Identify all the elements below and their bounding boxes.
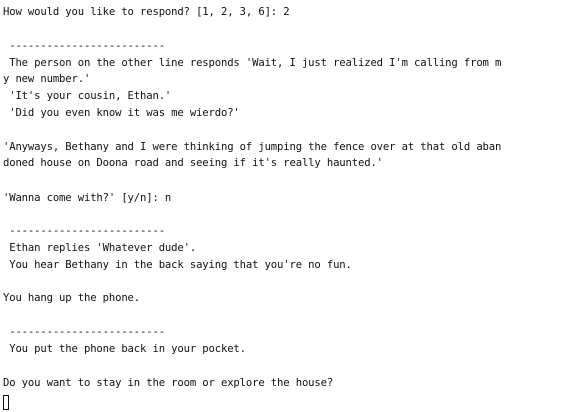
terminal-line-text: You hang up the phone. — [3, 292, 141, 304]
terminal-line-text: 'It's your cousin, Ethan.' — [3, 90, 172, 102]
terminal-line-divider: ------------------------- — [3, 40, 165, 52]
terminal-line-prompt-response: How would you like to respond? [1, 2, 3,… — [3, 6, 290, 18]
terminal-window[interactable]: How would you like to respond? [1, 2, 3,… — [0, 0, 566, 412]
terminal-line-question: Do you want to stay in the room or explo… — [3, 377, 334, 389]
terminal-line-text: 'Did you even know it was me wierdo?' — [3, 107, 240, 119]
terminal-line-text: You put the phone back in your pocket. — [3, 343, 246, 355]
terminal-line-text: The person on the other line responds 'W… — [3, 57, 502, 69]
terminal-line-divider: ------------------------- — [3, 225, 165, 237]
terminal-line-text: doned house on Doona road and seeing if … — [3, 157, 383, 169]
terminal-line-text: y new number.' — [3, 73, 91, 85]
terminal-line-text: 'Anyways, Bethany and I were thinking of… — [3, 141, 502, 153]
text-cursor[interactable] — [3, 395, 9, 410]
terminal-line-yn-prompt: 'Wanna come with?' [y/n]: n — [3, 192, 172, 204]
terminal-line-divider: ------------------------- — [3, 326, 165, 338]
terminal-line-text: You hear Bethany in the back saying that… — [3, 259, 352, 271]
terminal-line-text: Ethan replies 'Whatever dude'. — [3, 242, 197, 254]
